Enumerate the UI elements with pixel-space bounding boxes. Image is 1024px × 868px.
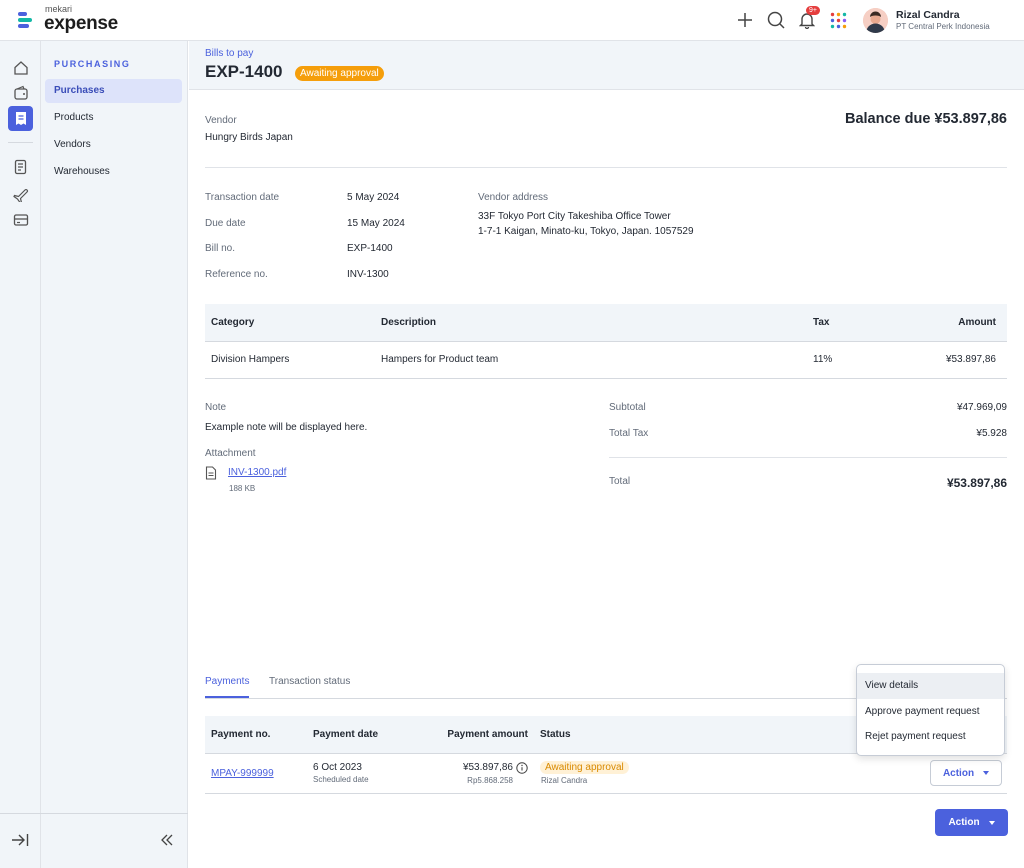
sidebar-item-vendors[interactable]: Vendors (45, 133, 182, 157)
attachment-label: Attachment (205, 448, 256, 459)
menu-item-reject-payment[interactable]: Rejet payment request (857, 724, 1004, 750)
chevron-down-icon (988, 820, 995, 825)
column-header-payment-no: Payment no. (205, 716, 307, 754)
user-company: PT Central Perk Indonesia (896, 21, 990, 31)
vendor-address-label: Vendor address (478, 192, 549, 203)
item-tax: 11% (807, 341, 897, 379)
status-badge: Awaiting approval (295, 66, 384, 81)
sidebar-item-warehouses[interactable]: Warehouses (45, 160, 182, 184)
transaction-date-label: Transaction date (205, 192, 280, 203)
action-button[interactable]: Action (935, 809, 1008, 836)
payment-status-by: Rizal Candra (541, 776, 588, 785)
travel-icon[interactable] (8, 181, 33, 206)
due-date-label: Due date (205, 218, 246, 229)
vendor-name: Hungry Birds Japan (205, 132, 293, 143)
column-header-description: Description (375, 304, 807, 342)
item-category: Division Hampers (205, 341, 375, 379)
note-text: Example note will be displayed here. (205, 422, 368, 433)
expand-rail-icon[interactable] (11, 832, 29, 851)
icon-rail (0, 41, 41, 868)
wallet-icon[interactable] (8, 80, 33, 105)
page-title: EXP-1400 (205, 62, 283, 81)
sidebar: PURCHASING Purchases Products Vendors Wa… (41, 41, 188, 868)
column-header-tax: Tax (807, 304, 897, 342)
payment-date-sub: Scheduled date (313, 775, 369, 784)
tab-transaction-status[interactable]: Transaction status (269, 676, 350, 696)
sidebar-item-purchases[interactable]: Purchases (45, 79, 182, 103)
file-icon (205, 466, 217, 483)
item-description: Hampers for Product team (375, 341, 807, 379)
user-name: Rizal Candra (896, 9, 960, 21)
payment-status-badge: Awaiting approval (540, 761, 629, 774)
menu-item-view-details[interactable]: View details (857, 673, 1004, 699)
breadcrumb[interactable]: Bills to pay (205, 48, 253, 59)
home-icon[interactable] (8, 55, 33, 80)
bill-no-label: Bill no. (205, 243, 236, 254)
totals-divider (609, 457, 1007, 458)
column-header-payment-amount: Payment amount (417, 716, 534, 754)
table-row: Division Hampers Hampers for Product tea… (205, 341, 1007, 379)
logo-brand-name: expense (44, 13, 118, 34)
avatar[interactable] (863, 8, 888, 33)
payment-no-link[interactable]: MPAY-999999 (211, 768, 274, 779)
search-icon[interactable] (765, 9, 787, 31)
collapse-sidebar-icon[interactable] (160, 833, 174, 850)
app-grid-icon[interactable] (827, 9, 849, 31)
total-tax-value: ¥5.928 (976, 428, 1007, 439)
action-dropdown-menu: View details Approve payment request Rej… (856, 664, 1005, 756)
top-bar: mekari expense 9+ Rizal Candra PT Centra… (0, 0, 1024, 41)
item-amount: ¥53.897,86 (897, 341, 1007, 379)
subtotal-label: Subtotal (609, 402, 646, 413)
items-table-header: Category Description Tax Amount (205, 304, 1007, 342)
divider (205, 167, 1007, 168)
column-header-category: Category (205, 304, 375, 342)
menu-item-approve-payment[interactable]: Approve payment request (857, 699, 1004, 725)
attachment-size: 188 KB (229, 484, 256, 493)
column-header-payment-date: Payment date (307, 716, 417, 754)
user-info[interactable]: Rizal Candra PT Central Perk Indonesia (896, 9, 990, 31)
bill-icon[interactable] (8, 106, 33, 131)
vendor-address-line1: 33F Tokyo Port City Takeshiba Office Tow… (478, 211, 671, 222)
total-label: Total (609, 476, 631, 487)
card-icon[interactable] (8, 207, 33, 232)
total-value: ¥53.897,86 (946, 476, 1007, 490)
vendor-address-line2: 1-7-1 Kaigan, Minato-ku, Tokyo, Japan. 1… (478, 226, 694, 237)
payment-amount: ¥53.897,86 (462, 762, 513, 773)
logo-icon (18, 9, 38, 29)
items-table: Category Description Tax Amount Division… (205, 304, 1007, 379)
row-action-button[interactable]: Action (930, 760, 1002, 786)
table-row: MPAY-999999 6 Oct 2023 Scheduled date ¥5… (205, 753, 1007, 794)
tab-payments[interactable]: Payments (205, 676, 250, 698)
row-action-label: Action (942, 767, 975, 779)
page-header: Bills to pay EXP-1400 Awaiting approval (189, 41, 1024, 90)
column-header-amount: Amount (897, 304, 1007, 342)
sidebar-item-products[interactable]: Products (45, 106, 182, 130)
add-icon[interactable] (734, 9, 756, 31)
payment-date: 6 Oct 2023 (313, 762, 362, 773)
transaction-date: 5 May 2024 (347, 192, 400, 203)
attachment-link[interactable]: INV-1300.pdf (228, 467, 286, 478)
chevron-down-icon (983, 771, 990, 775)
action-button-label: Action (948, 817, 980, 828)
notification-badge: 9+ (806, 6, 820, 15)
note-label: Note (205, 402, 227, 413)
reference-no: INV-1300 (347, 269, 389, 280)
rail-divider (8, 142, 33, 143)
report-icon[interactable] (8, 154, 33, 179)
subtotal-value: ¥47.969,09 (956, 402, 1007, 413)
total-tax-label: Total Tax (609, 428, 649, 439)
notification-bell-icon[interactable]: 9+ (796, 6, 820, 31)
vendor-label: Vendor (205, 115, 237, 126)
logo[interactable]: mekari expense (18, 5, 118, 33)
sidebar-footer (0, 813, 188, 868)
sidebar-section-title: PURCHASING (54, 59, 131, 69)
balance-due: Balance due ¥53.897,86 (844, 111, 1007, 127)
bill-no: EXP-1400 (347, 243, 393, 254)
due-date: 15 May 2024 (347, 218, 405, 229)
payment-amount-sub: Rp5.868.258 (467, 775, 513, 785)
info-icon[interactable] (516, 761, 528, 774)
reference-no-label: Reference no. (205, 269, 268, 280)
